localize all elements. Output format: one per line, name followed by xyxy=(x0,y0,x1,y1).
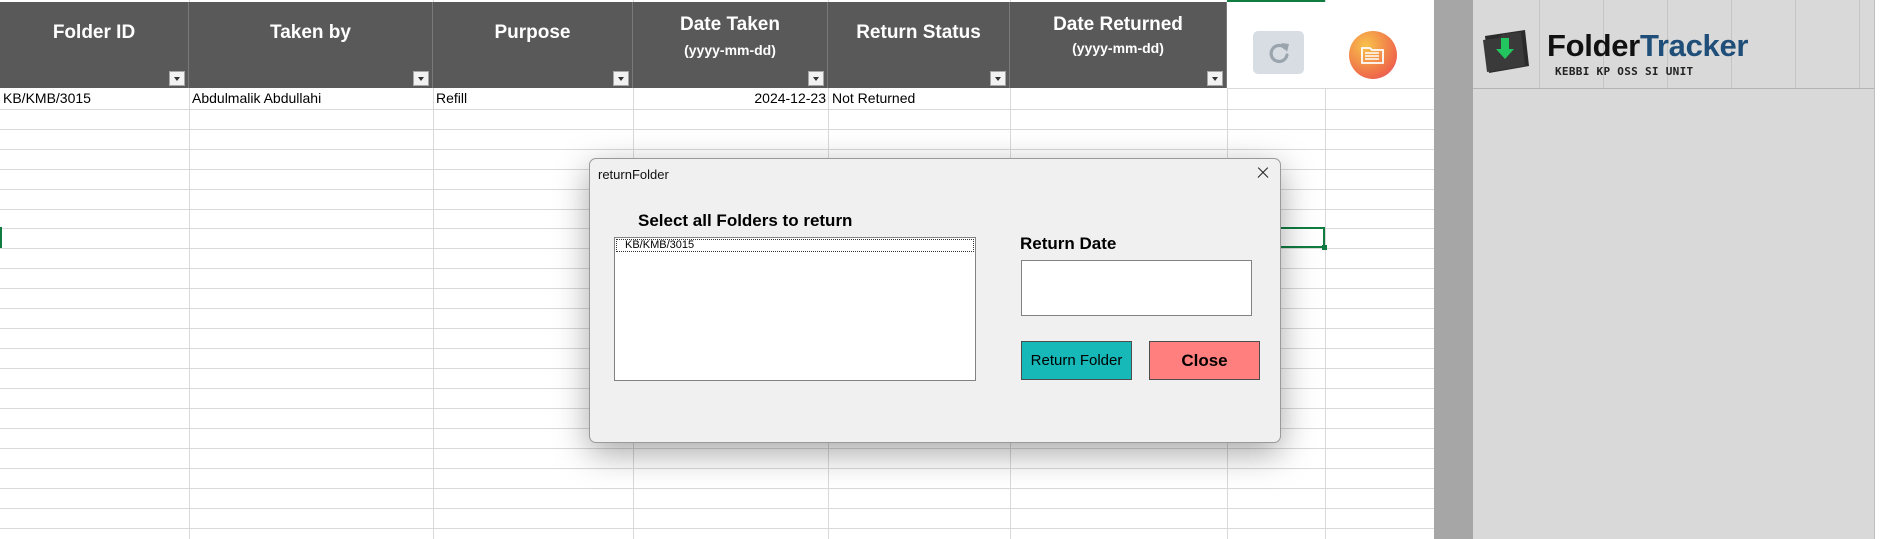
return-folder-dialog: returnFolder Select all Folders to retur… xyxy=(589,158,1281,443)
filter-dropdown-icon[interactable] xyxy=(990,71,1006,86)
cell-folder-id[interactable]: KB/KMB/3015 xyxy=(3,88,186,109)
folder-button[interactable] xyxy=(1349,31,1397,79)
column-header-folder-id: Folder ID xyxy=(0,2,189,88)
close-button[interactable]: Close xyxy=(1149,341,1260,380)
cell-purpose[interactable]: Refill xyxy=(436,88,630,109)
folder-listbox[interactable]: KB/KMB/3015 xyxy=(614,237,976,381)
refresh-icon xyxy=(1269,43,1289,64)
column-header-date-taken: Date Taken (yyyy-mm-dd) xyxy=(633,2,828,88)
cell-return-status[interactable]: Not Returned xyxy=(832,88,1008,109)
gray-strip xyxy=(1434,0,1473,539)
filter-dropdown-icon[interactable] xyxy=(808,71,824,86)
return-folder-button[interactable]: Return Folder xyxy=(1021,341,1132,380)
column-header-return-status: Return Status xyxy=(828,2,1010,88)
active-row-indicator xyxy=(0,227,2,248)
cell-date-taken[interactable]: 2024-12-23 xyxy=(636,88,826,109)
close-icon[interactable] xyxy=(1246,159,1280,187)
brand-panel xyxy=(1473,0,1874,539)
select-folders-label: Select all Folders to return xyxy=(638,211,853,230)
brand-name: FolderTracker xyxy=(1547,28,1749,63)
filter-dropdown-icon[interactable] xyxy=(613,71,629,86)
brand-subtitle: KEBBI KP OSS SI UNIT xyxy=(1555,65,1694,78)
return-date-input[interactable] xyxy=(1021,260,1252,316)
filter-dropdown-icon[interactable] xyxy=(413,71,429,86)
column-header-purpose: Purpose xyxy=(433,2,633,88)
cell-taken-by[interactable]: Abdulmalik Abdullahi xyxy=(192,88,430,109)
panel-divider xyxy=(1473,88,1874,89)
return-date-label: Return Date xyxy=(1020,234,1117,253)
active-column-indicator xyxy=(1227,0,1325,2)
column-header-taken-by: Taken by xyxy=(189,2,433,88)
list-item[interactable]: KB/KMB/3015 xyxy=(616,239,974,252)
fill-handle[interactable] xyxy=(1322,245,1327,250)
column-header-date-returned: Date Returned (yyyy-mm-dd) xyxy=(1010,2,1227,88)
cell-date-returned[interactable] xyxy=(1013,88,1223,109)
refresh-button[interactable] xyxy=(1253,31,1304,74)
filter-dropdown-icon[interactable] xyxy=(169,71,185,86)
dialog-title: returnFolder xyxy=(598,167,669,182)
sheet-edge xyxy=(1874,0,1894,539)
folder-tracker-logo-icon xyxy=(1483,30,1529,73)
folder-icon xyxy=(1361,47,1384,64)
filter-dropdown-icon[interactable] xyxy=(1207,71,1223,86)
